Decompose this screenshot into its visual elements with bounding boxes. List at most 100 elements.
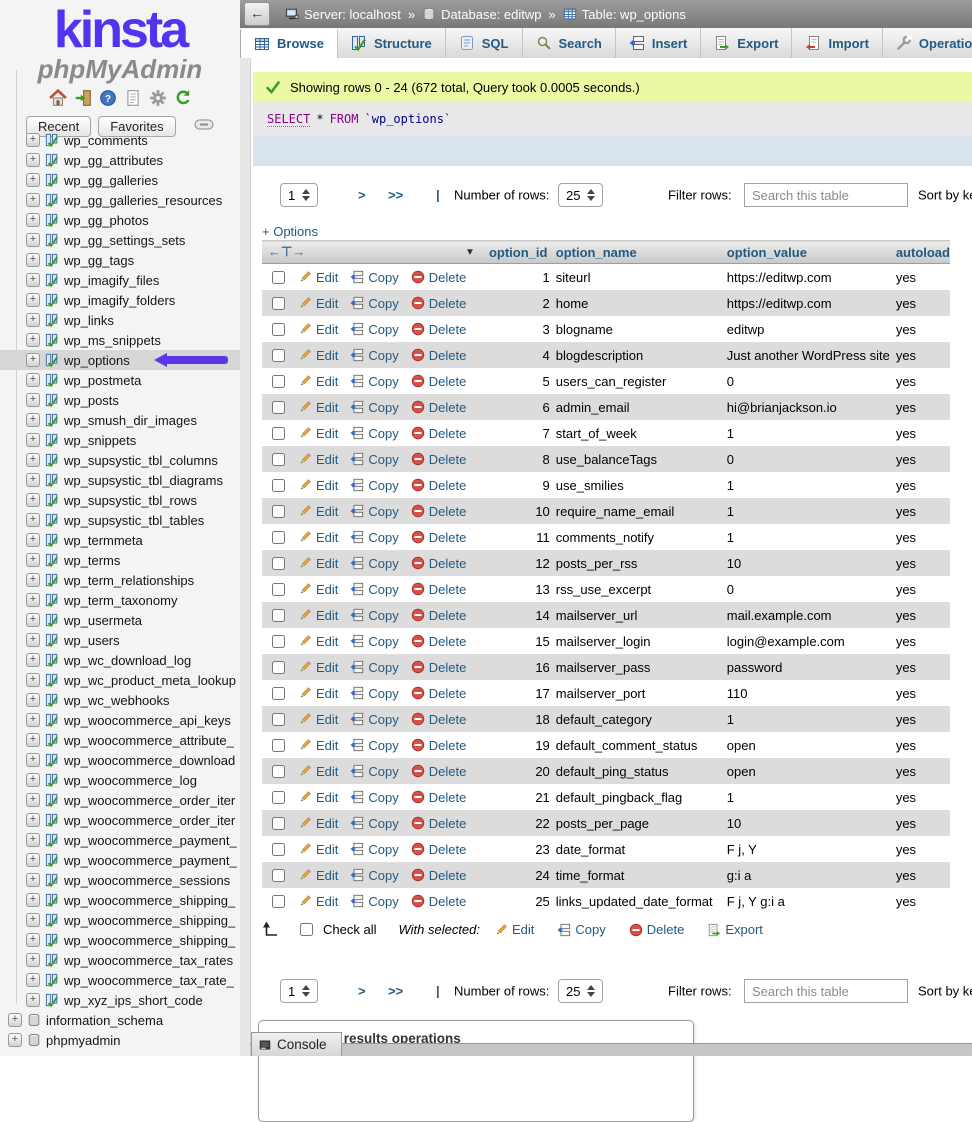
next-page-link[interactable]: > — [358, 984, 366, 999]
sidebar-table-item[interactable]: wp_wc_product_meta_lookup — [0, 670, 240, 690]
delete-row-link[interactable]: Delete — [411, 764, 467, 779]
row-checkbox[interactable] — [272, 635, 285, 648]
edit-row-link[interactable]: Edit — [298, 530, 338, 545]
documentation-icon[interactable] — [124, 89, 142, 107]
expand-plus-icon[interactable] — [26, 773, 40, 787]
tab-sql[interactable]: SQL — [446, 28, 523, 58]
edit-row-link[interactable]: Edit — [298, 400, 338, 415]
delete-row-link[interactable]: Delete — [411, 426, 467, 441]
edit-row-link[interactable]: Edit — [298, 556, 338, 571]
column-header-option-id[interactable]: option_id — [483, 241, 550, 264]
expand-plus-icon[interactable] — [26, 993, 40, 1007]
sidebar-database-item[interactable]: phpmyadmin — [0, 1030, 240, 1050]
copy-row-link[interactable]: Copy — [350, 478, 398, 493]
sidebar-table-item[interactable]: wp_gg_attributes — [0, 150, 240, 170]
delete-row-link[interactable]: Delete — [411, 790, 467, 805]
sidebar-table-item[interactable]: wp_woocommerce_tax_rates — [0, 950, 240, 970]
copy-row-link[interactable]: Copy — [350, 608, 398, 623]
sidebar-table-item[interactable]: wp_posts — [0, 390, 240, 410]
row-checkbox[interactable] — [272, 531, 285, 544]
sidebar-table-item[interactable]: wp_imagify_folders — [0, 290, 240, 310]
sidebar-table-item[interactable]: wp_supsystic_tbl_columns — [0, 450, 240, 470]
copy-row-link[interactable]: Copy — [350, 686, 398, 701]
row-checkbox[interactable] — [272, 557, 285, 570]
expand-plus-icon[interactable] — [26, 753, 40, 767]
expand-plus-icon[interactable] — [26, 713, 40, 727]
sidebar-table-item[interactable]: wp_woocommerce_order_iter — [0, 790, 240, 810]
collapse-handle-icon[interactable] — [194, 119, 214, 130]
expand-plus-icon[interactable] — [26, 653, 40, 667]
edit-row-link[interactable]: Edit — [298, 270, 338, 285]
expand-plus-icon[interactable] — [26, 553, 40, 567]
expand-plus-icon[interactable] — [26, 573, 40, 587]
options-toggle-link[interactable]: + Options — [262, 224, 318, 239]
expand-plus-icon[interactable] — [26, 413, 40, 427]
tab-export[interactable]: Export — [701, 28, 792, 58]
sidebar-table-item[interactable]: wp_wc_webhooks — [0, 690, 240, 710]
delete-row-link[interactable]: Delete — [411, 582, 467, 597]
edit-row-link[interactable]: Edit — [298, 348, 338, 363]
expand-plus-icon[interactable] — [8, 1033, 22, 1047]
expand-plus-icon[interactable] — [26, 893, 40, 907]
expand-plus-icon[interactable] — [26, 693, 40, 707]
row-checkbox[interactable] — [272, 401, 285, 414]
expand-plus-icon[interactable] — [26, 253, 40, 267]
delete-row-link[interactable]: Delete — [411, 348, 467, 363]
edit-row-link[interactable]: Edit — [298, 504, 338, 519]
expand-plus-icon[interactable] — [26, 533, 40, 547]
filter-table-input[interactable] — [744, 979, 908, 1003]
expand-plus-icon[interactable] — [26, 973, 40, 987]
copy-row-link[interactable]: Copy — [350, 322, 398, 337]
tab-import[interactable]: Import — [792, 28, 882, 58]
sidebar-table-item[interactable]: wp_woocommerce_api_keys — [0, 710, 240, 730]
tab-operations[interactable]: Operations — [883, 28, 972, 58]
sidebar-database-item[interactable]: information_schema — [0, 1010, 240, 1030]
row-checkbox[interactable] — [272, 297, 285, 310]
copy-row-link[interactable]: Copy — [350, 816, 398, 831]
row-checkbox[interactable] — [272, 583, 285, 596]
copy-row-link[interactable]: Copy — [350, 556, 398, 571]
delete-selected-link[interactable]: Delete — [629, 922, 685, 937]
delete-row-link[interactable]: Delete — [411, 894, 467, 909]
sidebar-table-item[interactable]: wp_term_taxonomy — [0, 590, 240, 610]
page-select[interactable]: 1 — [280, 979, 318, 1003]
copy-row-link[interactable]: Copy — [350, 894, 398, 909]
sidebar-table-item[interactable]: wp_smush_dir_images — [0, 410, 240, 430]
expand-plus-icon[interactable] — [26, 673, 40, 687]
edit-row-link[interactable]: Edit — [298, 894, 338, 909]
tab-structure[interactable]: Structure — [338, 28, 446, 58]
sidebar-table-item[interactable]: wp_gg_galleries — [0, 170, 240, 190]
breadcrumb-server[interactable]: Server: localhost — [285, 7, 401, 22]
row-checkbox[interactable] — [272, 765, 285, 778]
sidebar-table-item[interactable]: wp_woocommerce_sessions — [0, 870, 240, 890]
expand-plus-icon[interactable] — [26, 313, 40, 327]
delete-row-link[interactable]: Delete — [411, 712, 467, 727]
sidebar-table-item[interactable]: wp_woocommerce_download — [0, 750, 240, 770]
copy-row-link[interactable]: Copy — [350, 868, 398, 883]
delete-row-link[interactable]: Delete — [411, 374, 467, 389]
sidebar-table-item[interactable]: wp_woocommerce_log — [0, 770, 240, 790]
row-checkbox[interactable] — [272, 713, 285, 726]
console-toggle[interactable]: Console — [251, 1032, 342, 1056]
expand-plus-icon[interactable] — [26, 173, 40, 187]
row-checkbox[interactable] — [272, 739, 285, 752]
column-move-icon[interactable]: ←⊤→ — [268, 244, 305, 260]
sidebar-table-item[interactable]: wp_woocommerce_tax_rate_ — [0, 970, 240, 990]
delete-row-link[interactable]: Delete — [411, 842, 467, 857]
edit-row-link[interactable]: Edit — [298, 452, 338, 467]
row-checkbox[interactable] — [272, 479, 285, 492]
expand-plus-icon[interactable] — [26, 473, 40, 487]
edit-row-link[interactable]: Edit — [298, 426, 338, 441]
sidebar-table-item[interactable]: wp_users — [0, 630, 240, 650]
copy-row-link[interactable]: Copy — [350, 634, 398, 649]
filter-table-input[interactable] — [744, 183, 908, 207]
delete-row-link[interactable]: Delete — [411, 504, 467, 519]
expand-plus-icon[interactable] — [26, 833, 40, 847]
copy-row-link[interactable]: Copy — [350, 270, 398, 285]
row-checkbox[interactable] — [272, 609, 285, 622]
sidebar-table-item[interactable]: wp_links — [0, 310, 240, 330]
expand-plus-icon[interactable] — [26, 613, 40, 627]
delete-row-link[interactable]: Delete — [411, 322, 467, 337]
sidebar-table-item[interactable]: wp_woocommerce_payment_ — [0, 830, 240, 850]
row-checkbox[interactable] — [272, 375, 285, 388]
